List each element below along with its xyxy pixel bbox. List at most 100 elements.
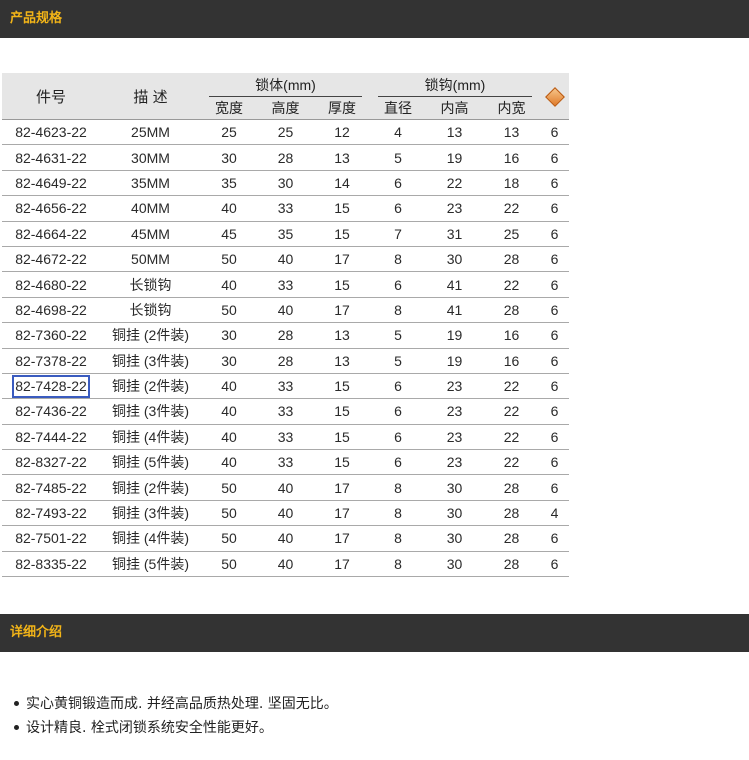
cell-desc: 铜挂 (5件装) [100,449,201,476]
cell-width: 30 [201,348,257,374]
cell-width: 50 [201,500,257,527]
spec-table: 件号 描 述 锁体(mm) 锁钩(mm) 宽度 高度 厚度 直径 内高 内宽 8… [2,73,569,578]
cell-diameter: 6 [370,398,426,425]
table-row: 82-7444-22 铜挂 (4件装) 40 33 15 6 23 22 6 [2,424,569,451]
cell-diameter: 6 [370,195,426,222]
cell-inner-width: 28 [483,500,540,527]
cell-inner-width: 22 [483,373,540,400]
cell-part-no: 82-4656-22 [2,195,100,222]
detail-item: 实心黄铜锻造而成. 并经高品质热处理. 坚固无比。 [14,692,338,716]
cell-thickness: 17 [314,297,370,324]
cell-desc: 45MM [100,221,201,247]
col-header-desc: 描 述 [100,73,201,120]
section-header-detail: 详细介绍 [0,614,749,652]
cell-width: 45 [201,221,257,247]
cell-height: 40 [257,297,314,324]
cell-part-no: 82-7501-22 [2,525,100,552]
cell-inner-height: 30 [426,474,483,501]
table-row: 82-4656-22 40MM 40 33 15 6 23 22 6 [2,195,569,222]
cell-diameter: 8 [370,246,426,273]
cell-part-no: 82-4672-22 [2,246,100,273]
cell-height: 33 [257,424,314,451]
selected-cell[interactable]: 82-7428-22 [12,374,90,398]
cell-height: 40 [257,500,314,527]
cell-desc: 30MM [100,144,201,171]
cell-diameter: 6 [370,373,426,400]
table-row: 82-8327-22 铜挂 (5件装) 40 33 15 6 23 22 6 [2,449,569,476]
cell-width: 50 [201,525,257,552]
cell-part-no: 82-4698-22 [2,297,100,324]
cell-height: 30 [257,170,314,197]
cell-width: 40 [201,424,257,451]
cell-width: 40 [201,195,257,222]
cell-qty: 6 [540,195,569,222]
cell-height: 40 [257,525,314,552]
cell-height: 28 [257,322,314,349]
cell-inner-height: 31 [426,221,483,247]
cell-diameter: 8 [370,474,426,501]
cell-desc: 40MM [100,195,201,222]
col-group-body-label: 锁体(mm) [255,77,316,93]
cell-qty: 6 [540,246,569,273]
cell-inner-height: 41 [426,271,483,298]
cell-thickness: 17 [314,246,370,273]
cell-part-no: 82-4680-22 [2,271,100,298]
cell-thickness: 12 [314,119,370,146]
cell-inner-height: 30 [426,246,483,273]
cell-height: 33 [257,373,314,400]
cell-part-no: 82-7444-22 [2,424,100,451]
cell-thickness: 14 [314,170,370,197]
cell-qty: 6 [540,119,569,146]
cell-qty: 6 [540,449,569,476]
cell-thickness: 15 [314,424,370,451]
cell-thickness: 13 [314,322,370,349]
cell-inner-height: 23 [426,424,483,451]
cell-desc: 50MM [100,246,201,273]
cell-inner-width: 22 [483,424,540,451]
cell-width: 40 [201,398,257,425]
cell-desc: 35MM [100,170,201,197]
cell-qty: 4 [540,500,569,527]
cell-desc: 25MM [100,119,201,146]
cell-height: 33 [257,449,314,476]
cell-diameter: 8 [370,525,426,552]
cell-thickness: 17 [314,525,370,552]
cell-height: 40 [257,246,314,273]
table-row: 82-4649-22 35MM 35 30 14 6 22 18 6 [2,170,569,197]
cell-part-no: 82-7436-22 [2,398,100,425]
cell-thickness: 15 [314,398,370,425]
cell-part-no: 82-4664-22 [2,221,100,247]
cell-width: 35 [201,170,257,197]
cell-inner-height: 23 [426,373,483,400]
cell-inner-height: 30 [426,525,483,552]
cell-part-no: 82-7485-22 [2,474,100,501]
cell-height: 28 [257,348,314,374]
cell-diameter: 6 [370,271,426,298]
cell-thickness: 15 [314,221,370,247]
cell-width: 25 [201,119,257,146]
table-row: 82-7436-22 铜挂 (3件装) 40 33 15 6 23 22 6 [2,398,569,425]
bullet-icon [14,724,19,730]
col-header-inner-width: 内宽 [483,97,540,120]
box-icon [544,86,565,107]
cell-qty: 6 [540,322,569,349]
cell-width: 50 [201,551,257,578]
cell-desc: 长锁钩 [100,271,201,298]
cell-part-no: 82-4649-22 [2,170,100,197]
cell-diameter: 6 [370,170,426,197]
cell-desc: 长锁钩 [100,297,201,324]
cell-thickness: 17 [314,474,370,501]
cell-height: 33 [257,271,314,298]
cell-qty: 6 [540,271,569,298]
cell-qty: 6 [540,474,569,501]
group-underline [378,96,532,97]
cell-thickness: 15 [314,449,370,476]
cell-inner-height: 23 [426,449,483,476]
cell-diameter: 8 [370,500,426,527]
cell-part-no: 82-7378-22 [2,348,100,374]
cell-diameter: 8 [370,297,426,324]
cell-diameter: 8 [370,551,426,578]
cell-thickness: 13 [314,348,370,374]
table-row: 82-4631-22 30MM 30 28 13 5 19 16 6 [2,144,569,171]
cell-diameter: 5 [370,144,426,171]
